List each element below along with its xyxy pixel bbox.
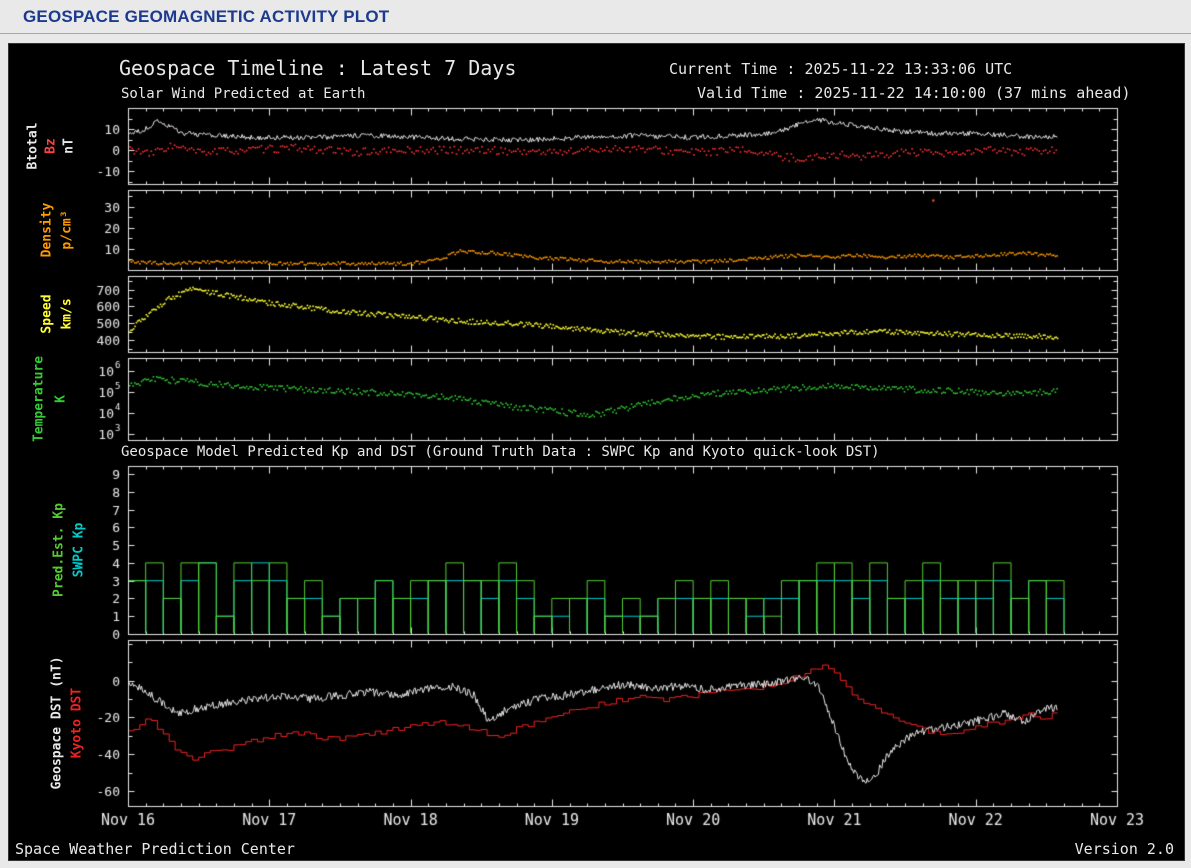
axis-label-btotal: Btotal xyxy=(25,122,41,170)
axis-label-swpc-kp: SWPC Kp xyxy=(71,522,87,578)
solar-wind-subtitle: Solar Wind Predicted at Earth xyxy=(121,86,366,102)
kp-dst-subtitle: Geospace Model Predicted Kp and DST (Gro… xyxy=(121,444,880,460)
footer-version-label: Version 2.0 xyxy=(1074,840,1174,858)
footer-org-label: Space Weather Prediction Center xyxy=(15,840,295,858)
axis-label-temperature: Temperature xyxy=(31,355,47,443)
current-time-label: Current Time : 2025-11-22 13:33:06 UTC xyxy=(669,60,1013,78)
axis-label-geospace-dst: Geospace DST (nT) xyxy=(49,656,65,790)
page-title: GEOSPACE GEOMAGNETIC ACTIVITY PLOT xyxy=(23,6,390,26)
axis-label-speed: Speed xyxy=(39,294,55,334)
axis-label-bz: Bz xyxy=(43,138,59,154)
axis-label-density-units: p/cm³ xyxy=(59,210,75,250)
axis-label-density: Density xyxy=(39,202,55,258)
axis-label-kyoto-dst: Kyoto DST xyxy=(69,687,85,759)
valid-time-label: Valid Time : 2025-11-22 14:10:00 (37 min… xyxy=(697,84,1131,102)
page-header: GEOSPACE GEOMAGNETIC ACTIVITY PLOT xyxy=(0,0,1191,34)
axis-label-speed-units: km/s xyxy=(59,298,75,330)
axis-label-pred-kp: Pred.Est. Kp xyxy=(51,503,67,597)
axis-label-nt: nT xyxy=(61,138,77,154)
geospace-plot-container: Geospace Timeline : Latest 7 Days Curren… xyxy=(8,43,1185,861)
plot-title: Geospace Timeline : Latest 7 Days xyxy=(119,56,517,80)
axis-label-temperature-units: K xyxy=(53,395,69,403)
